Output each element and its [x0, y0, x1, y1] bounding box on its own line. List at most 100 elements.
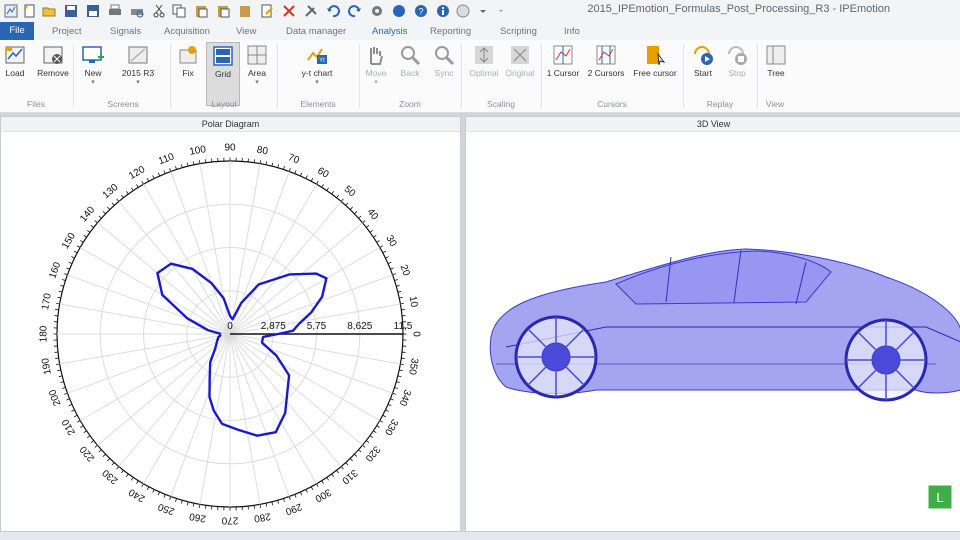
area-button[interactable]: Area ▾: [244, 44, 270, 86]
tab-file[interactable]: File: [0, 22, 34, 40]
load-label: Load: [5, 68, 25, 78]
dropdown-arrow-icon: ▾: [374, 79, 378, 86]
tab-signals[interactable]: Signals: [110, 24, 141, 40]
screen-2015-r3-label: 2015 R3: [121, 68, 155, 78]
polar-minor-tick: [62, 387, 66, 389]
polar-minor-tick: [283, 498, 285, 502]
tab-acquisition[interactable]: Acquisition: [164, 24, 210, 40]
pin-icon: [179, 46, 197, 64]
polar-angle-label: 250: [156, 500, 176, 516]
tab-project[interactable]: Project: [52, 24, 82, 40]
polar-minor-tick: [326, 477, 330, 481]
delete-icon[interactable]: [282, 4, 296, 18]
tab-view[interactable]: View: [236, 24, 256, 40]
polar-angle-label: 350: [406, 357, 420, 376]
polar-angle-label: 110: [157, 151, 176, 167]
clipboard-icon[interactable]: [238, 4, 252, 18]
save-as-icon[interactable]: [86, 4, 100, 18]
one-cursor-button[interactable]: 1 Cursor: [546, 44, 580, 78]
print-preview-icon[interactable]: [130, 4, 144, 18]
polar-chart[interactable]: 0 10 203040 50 60 70 80 90 100 110 120 130140150 160…: [1, 132, 460, 531]
settings-gear-icon[interactable]: [370, 4, 384, 18]
remove-icon: [43, 46, 63, 64]
move-button[interactable]: Move ▾: [364, 44, 388, 86]
polar-minor-tick: [396, 284, 400, 287]
original-button[interactable]: Original: [504, 44, 536, 78]
3d-viewport[interactable]: L: [466, 132, 960, 531]
remove-button[interactable]: Remove: [36, 44, 70, 78]
stop-button[interactable]: Stop: [724, 44, 750, 78]
polar-minor-tick: [369, 229, 373, 233]
world-icon[interactable]: [456, 4, 470, 18]
help-icon[interactable]: ?: [414, 4, 428, 18]
new-screen-button[interactable]: New ▾: [80, 44, 106, 86]
sync-button[interactable]: Sync: [432, 44, 456, 78]
fix-button[interactable]: Fix: [176, 44, 200, 78]
free-cursor-button[interactable]: Free cursor: [632, 44, 678, 78]
polar-minor-tick: [358, 449, 362, 453]
grid-button[interactable]: Grid: [206, 42, 240, 106]
polar-angle-label: 100: [189, 144, 208, 158]
tools-icon[interactable]: [304, 4, 318, 18]
paste-special-icon[interactable]: [216, 4, 230, 18]
polar-minor-tick: [130, 477, 134, 481]
polar-angle-label: 240: [127, 486, 147, 504]
tab-info[interactable]: Info: [564, 24, 580, 40]
screen-2015-r3-button[interactable]: 2015 R3 ▾: [118, 44, 158, 86]
load-icon: [5, 46, 25, 64]
redo-icon[interactable]: [348, 4, 362, 18]
dropdown-arrow-icon[interactable]: [476, 4, 490, 18]
polar-minor-tick: [192, 503, 195, 507]
tab-data-manager[interactable]: Data manager: [286, 24, 346, 40]
polar-minor-tick: [305, 489, 308, 493]
polar-minor-tick: [125, 473, 129, 477]
back-button[interactable]: Back: [398, 44, 422, 78]
polar-angle-label: 300: [313, 486, 333, 504]
polar-minor-tick: [169, 168, 172, 172]
polar-minor-tick: [141, 483, 144, 488]
tab-scripting[interactable]: Scripting: [500, 24, 537, 40]
polar-minor-tick: [305, 175, 308, 179]
undo-icon[interactable]: [326, 4, 340, 18]
compass-icon[interactable]: [392, 4, 406, 18]
start-button[interactable]: Start: [690, 44, 716, 78]
customize-toolbar-icon[interactable]: [494, 4, 508, 18]
new-file-icon[interactable]: [22, 4, 36, 18]
optimal-button[interactable]: Optimal: [468, 44, 500, 78]
paste-icon[interactable]: [194, 4, 208, 18]
info-icon[interactable]: [436, 4, 450, 18]
load-button[interactable]: Load: [4, 44, 26, 78]
group-screens: Screens: [107, 99, 139, 109]
area-layout-icon: [247, 45, 267, 65]
axis-indicator-label: L: [936, 490, 943, 505]
polar-angle-label: 330: [382, 417, 400, 437]
copy-icon[interactable]: [172, 4, 186, 18]
polar-minor-tick: [121, 194, 124, 198]
polar-minor-tick: [192, 161, 195, 165]
group-cursors: Cursors: [597, 99, 627, 109]
polar-minor-tick: [163, 494, 166, 498]
save-icon[interactable]: [64, 4, 78, 18]
zoom-back-icon: [401, 46, 421, 66]
cut-icon[interactable]: [152, 4, 166, 18]
polar-angle-label: 230: [100, 467, 120, 486]
polar-minor-tick: [74, 414, 78, 418]
tree-button[interactable]: Tree: [764, 44, 788, 78]
open-folder-icon[interactable]: [42, 4, 56, 18]
polar-minor-tick: [58, 375, 63, 378]
tab-analysis[interactable]: Analysis: [372, 24, 407, 40]
polar-minor-tick: [64, 273, 68, 276]
screen-icon: [128, 46, 148, 64]
print-icon[interactable]: [108, 4, 122, 18]
polar-angle-label: 210: [60, 417, 78, 437]
one-cursor-label: 1 Cursor: [546, 68, 580, 78]
separator: [170, 44, 171, 108]
car-3d-model: [489, 248, 960, 402]
two-cursors-button[interactable]: 2 Cursors: [586, 44, 626, 78]
polar-minor-tick: [94, 220, 98, 224]
document-edit-icon[interactable]: [260, 4, 274, 18]
polar-minor-tick: [57, 296, 61, 299]
tab-reporting[interactable]: Reporting: [430, 24, 471, 40]
group-elements: Elements: [300, 99, 336, 109]
yt-chart-button[interactable]: Yt y-t chart ▾: [294, 44, 340, 86]
